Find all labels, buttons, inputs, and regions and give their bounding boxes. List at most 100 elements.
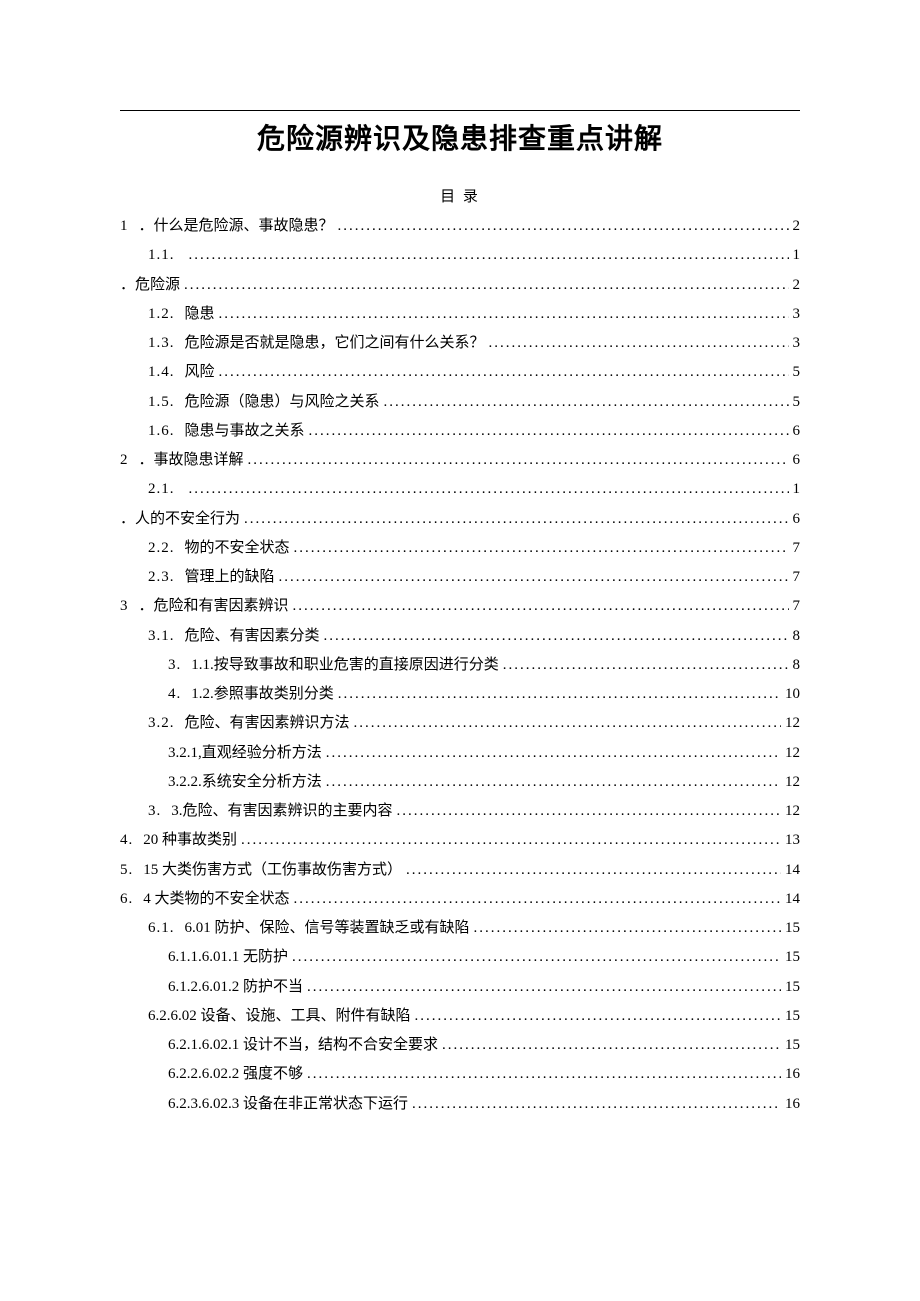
toc-leader-dots	[485, 329, 789, 358]
document-title: 危险源辨识及隐患排查重点讲解	[120, 117, 800, 157]
toc-entry-text: 3.2.1,直观经验分析方法	[168, 739, 322, 768]
toc-entry-text: ．什么是危险源、事故隐患？	[139, 212, 334, 241]
toc-leader-dots	[244, 446, 789, 475]
toc-entry-number: 3	[120, 592, 139, 621]
toc-leader-dots	[380, 388, 789, 417]
toc-entry-text: 危险、有害因素分类	[185, 622, 320, 651]
toc-entry-text: 6.1.1.6.01.1 无防护	[168, 943, 288, 972]
toc-entry-number: 2	[120, 446, 139, 475]
toc-entry-page: 2	[789, 271, 801, 300]
toc-entry-number: 1	[120, 212, 139, 241]
toc-entry: 3．危险和有害因素辨识7	[120, 592, 800, 621]
toc-entry-text: 1.2.参照事故类别分类	[191, 680, 334, 709]
toc-entry-text: 20 种事故类别	[143, 826, 237, 855]
toc-entry: 6.1.1.6.01.1 无防护15	[120, 943, 800, 972]
toc-entry: 4.20 种事故类别13	[120, 826, 800, 855]
toc-entry-page: 12	[781, 797, 800, 826]
toc-entry-text: 6.2.6.02 设备、设施、工具、附件有缺陷	[148, 1002, 411, 1031]
toc-entry-page: 8	[789, 622, 801, 651]
toc-leader-dots	[320, 622, 789, 651]
toc-entry-page: 15	[781, 1031, 800, 1060]
toc-leader-dots	[290, 885, 781, 914]
toc-entry: 5.15 大类伤害方式（工伤事故伤害方式）14	[120, 856, 800, 885]
toc-leader-dots	[408, 1090, 781, 1119]
toc-entry-text: 管理上的缺陷	[185, 563, 275, 592]
toc-leader-dots	[322, 768, 781, 797]
toc-entry-text: 3.危险、有害因素辨识的主要内容	[171, 797, 392, 826]
toc-entry-number: 1.5.	[148, 388, 185, 417]
toc-entry-wrap-line1: 1.1. 1	[120, 241, 800, 270]
toc-leader-dots	[470, 914, 781, 943]
toc-entry-page: 16	[781, 1060, 800, 1089]
toc-entry: 1.6.隐患与事故之关系6	[120, 417, 800, 446]
toc-entry-page: 12	[781, 709, 800, 738]
horizontal-rule	[120, 110, 800, 111]
toc-leader-dots	[305, 417, 789, 446]
toc-entry-page: 6	[789, 417, 801, 446]
toc-leader-dots	[185, 475, 789, 504]
toc-entry: 6.2.6.02 设备、设施、工具、附件有缺陷15	[120, 1002, 800, 1031]
toc-entry-page: 8	[789, 651, 801, 680]
toc-entry: 3.1.1.按导致事故和职业危害的直接原因进行分类 8	[120, 651, 800, 680]
toc-entry-text: 隐患与事故之关系	[185, 417, 305, 446]
toc-entry: 2.2.物的不安全状态 7	[120, 534, 800, 563]
toc-leader-dots	[438, 1031, 781, 1060]
toc-entry-page: 3	[789, 300, 801, 329]
toc-leader-dots	[215, 300, 789, 329]
table-of-contents: 1．什么是危险源、事故隐患？21.1.1．危险源21.2.隐患31.3.危险源是…	[120, 212, 800, 1119]
toc-entry-page: 1	[789, 475, 801, 504]
toc-entry-page: 7	[789, 592, 801, 621]
toc-entry: 3.1.危险、有害因素分类8	[120, 622, 800, 651]
toc-entry-page: 16	[781, 1090, 800, 1119]
toc-entry: 4.1.2.参照事故类别分类 10	[120, 680, 800, 709]
toc-entry-continuation-text: ．危险源	[120, 271, 180, 300]
toc-entry-text: 危险源是否就是隐患，它们之间有什么关系？	[185, 329, 485, 358]
toc-entry-wrap-line1: 2.1. 1	[120, 475, 800, 504]
toc-entry-page: 6	[789, 446, 801, 475]
toc-entry-number: 3.	[168, 651, 191, 680]
toc-entry-page: 15	[781, 973, 800, 1002]
toc-entry-page: 10	[781, 680, 800, 709]
toc-entry: 2．事故隐患详解6	[120, 446, 800, 475]
toc-entry-number: 1.1.	[148, 241, 185, 270]
toc-entry-page: 1	[789, 241, 801, 270]
toc-entry-number: 2.1.	[148, 475, 185, 504]
toc-entry: 3.2.2.系统安全分析方法12	[120, 768, 800, 797]
toc-entry-text: 3.2.2.系统安全分析方法	[168, 768, 322, 797]
toc-leader-dots	[290, 534, 789, 563]
toc-entry-text: 物的不安全状态	[185, 534, 290, 563]
toc-leader-dots	[275, 563, 789, 592]
toc-leader-dots	[411, 1002, 781, 1031]
toc-entry: 6.1.2.6.01.2 防护不当15	[120, 973, 800, 1002]
toc-entry-text: 6.01 防护、保险、信号等装置缺乏或有缺陷	[185, 914, 470, 943]
toc-entry: 2.3.管理上的缺陷7	[120, 563, 800, 592]
toc-leader-dots	[237, 826, 781, 855]
toc-leader-dots	[185, 241, 789, 270]
toc-entry-number: 1.2.	[148, 300, 185, 329]
toc-leader-dots	[303, 1060, 781, 1089]
toc-leader-dots	[289, 592, 789, 621]
toc-entry-number: 4.	[168, 680, 191, 709]
toc-entry-page: 15	[781, 914, 800, 943]
toc-entry-number: 2.2.	[148, 534, 185, 563]
toc-entry-number: 1.4.	[148, 358, 185, 387]
toc-entry-text: 6.2.3.6.02.3 设备在非正常状态下运行	[168, 1090, 408, 1119]
toc-entry-number: 6.	[120, 885, 143, 914]
toc-entry: 1.5.危险源（隐患）与风险之关系5	[120, 388, 800, 417]
toc-entry-text: 1.1.按导致事故和职业危害的直接原因进行分类	[191, 651, 499, 680]
toc-entry-wrap-line2: ．人的不安全行为6	[120, 505, 800, 534]
toc-entry-number: 3.2.	[148, 709, 185, 738]
toc-leader-dots	[180, 271, 788, 300]
toc-entry: 6.1.6.01 防护、保险、信号等装置缺乏或有缺陷15	[120, 914, 800, 943]
toc-entry-page: 6	[789, 505, 801, 534]
toc-leader-dots	[393, 797, 781, 826]
toc-entry-text: 6.2.1.6.02.1 设计不当，结构不合安全要求	[168, 1031, 438, 1060]
toc-entry: 1.4.风险5	[120, 358, 800, 387]
toc-entry-text: 15 大类伤害方式（工伤事故伤害方式）	[143, 856, 402, 885]
toc-entry-page: 7	[789, 534, 801, 563]
toc-entry-page: 14	[781, 885, 800, 914]
toc-leader-dots	[402, 856, 781, 885]
toc-entry: 6.4 大类物的不安全状态14	[120, 885, 800, 914]
toc-entry-page: 5	[789, 358, 801, 387]
toc-entry: 3.3.危险、有害因素辨识的主要内容12	[120, 797, 800, 826]
